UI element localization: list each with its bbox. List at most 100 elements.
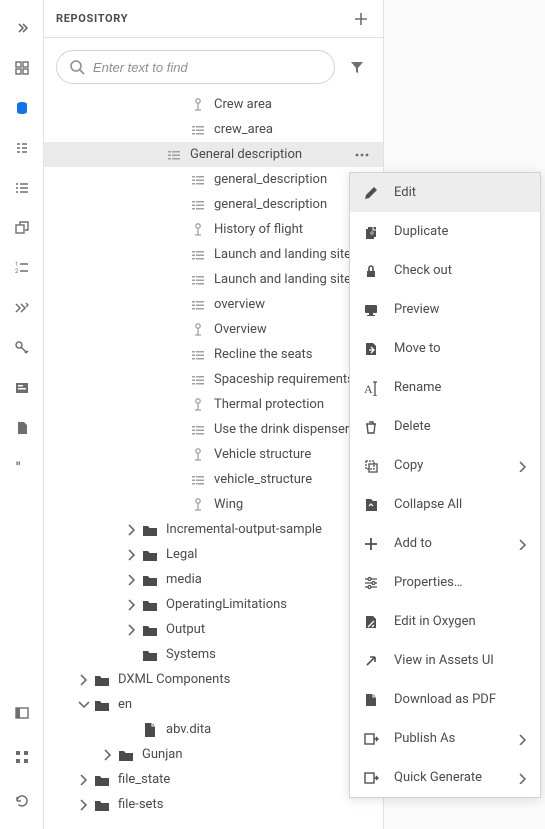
context-menu-item[interactable]: Rename [350,368,540,407]
context-menu-label: Properties… [394,575,528,590]
tree-node[interactable]: Spaceship requirements [44,367,383,392]
rail-list-button[interactable] [0,168,44,208]
rail-repository-button[interactable] [0,88,44,128]
rail-doc-button[interactable] [0,408,44,448]
folder-icon [140,523,160,537]
context-menu-label: Copy [394,458,502,473]
tree-node[interactable]: Gunjan [44,742,383,767]
rail-keys-button[interactable] [0,328,44,368]
rail-numbered-button[interactable] [0,248,44,288]
chevron-right-icon[interactable] [100,747,116,763]
context-menu-item[interactable]: Download as PDF [350,680,540,719]
tree-node[interactable]: Overview [44,317,383,342]
context-menu-label: Edit in Oxygen [394,614,528,629]
tree-node-label: Incremental-output-sample [166,522,373,537]
rail-outline-button[interactable] [0,128,44,168]
rail-reuse-button[interactable] [0,208,44,248]
tree-node[interactable]: DXML Components [44,667,383,692]
tree-node[interactable]: crew_area [44,117,383,142]
tree-node[interactable]: file-sets [44,792,383,817]
tree-node[interactable]: Thermal protection [44,392,383,417]
rail-apps-button[interactable] [0,737,44,777]
quick-icon [362,769,380,787]
rail-quote-button[interactable] [0,448,44,488]
add-button[interactable] [351,9,371,29]
tree-node[interactable]: Output [44,617,383,642]
search-box[interactable] [56,50,335,84]
tree-node[interactable]: Recline the seats [44,342,383,367]
context-menu-label: Edit [394,185,528,200]
chevron-right-icon[interactable] [124,522,140,538]
chevron-right-icon[interactable] [76,772,92,788]
rail-panel-button[interactable] [0,693,44,733]
context-menu-label: Quick Generate [394,770,502,785]
tree-node[interactable]: Systems [44,642,383,667]
file-icon [140,722,160,738]
search-input[interactable] [93,60,322,75]
tree-node[interactable]: media [44,567,383,592]
chevron-down-icon[interactable] [76,697,92,713]
context-menu-label: Add to [394,536,502,551]
more-options-button[interactable] [351,144,373,166]
repository-tree: Crew areacrew_area General description gen… [44,90,383,829]
tree-node[interactable]: general_description [44,167,383,192]
panel-header: REPOSITORY [44,0,383,38]
context-menu-item[interactable]: Edit in Oxygen [350,602,540,641]
chevron-right-icon[interactable] [124,597,140,613]
context-menu-item[interactable]: Add to [350,524,540,563]
tree-node[interactable]: file_state [44,767,383,792]
tree-node[interactable]: Crew area [44,92,383,117]
search-icon [69,59,85,75]
preview-icon [362,301,380,319]
folder-icon [92,773,112,787]
chevron-right-icon[interactable] [76,672,92,688]
context-menu-item[interactable]: Publish As [350,719,540,758]
tree-node[interactable]: Legal [44,542,383,567]
topic-icon [188,197,208,213]
rail-card-button[interactable] [0,368,44,408]
context-menu-item[interactable]: Preview [350,290,540,329]
tree-node[interactable]: OperatingLimitations [44,592,383,617]
tree-node[interactable]: en [44,692,383,717]
tree-node[interactable]: vehicle_structure [44,467,383,492]
chevron-right-icon[interactable] [124,547,140,563]
tree-node[interactable]: overview [44,292,383,317]
folder-icon [140,573,160,587]
context-menu-item[interactable]: Delete [350,407,540,446]
tree-node[interactable]: Launch and landing site [44,242,383,267]
duplicate-icon [362,223,380,241]
tree-node[interactable]: Wing [44,492,383,517]
chevron-right-icon[interactable] [124,622,140,638]
tree-node[interactable]: general_description [44,192,383,217]
rail-refresh-button[interactable] [0,781,44,821]
context-menu-label: View in Assets UI [394,653,528,668]
rail-grid-button[interactable] [0,48,44,88]
tree-node-label: Gunjan [142,747,373,762]
folder-icon [140,548,160,562]
external-icon [362,652,380,670]
oxygen-icon [362,613,380,631]
tree-node[interactable]: Use the drink dispenser [44,417,383,442]
tree-node[interactable]: History of flight [44,217,383,242]
context-menu-item[interactable]: Check out [350,251,540,290]
context-menu-item[interactable]: Move to [350,329,540,368]
expand-rail-button[interactable] [0,8,44,48]
chevron-right-icon[interactable] [124,572,140,588]
tree-node[interactable]: abv.dita [44,717,383,742]
filter-button[interactable] [343,53,371,81]
rail-validate-button[interactable] [0,288,44,328]
tree-node[interactable]: Vehicle structure [44,442,383,467]
context-menu-item[interactable]: Copy [350,446,540,485]
context-menu-item[interactable]: Edit [350,173,540,212]
tree-node-label: General description [190,147,351,162]
submenu-arrow-icon [516,460,528,472]
context-menu-item[interactable]: Quick Generate [350,758,540,797]
tree-node[interactable]: Incremental-output-sample [44,517,383,542]
context-menu-item[interactable]: Properties… [350,563,540,602]
tree-node[interactable]: Launch and landing site [44,267,383,292]
tree-node[interactable]: General description [44,142,383,167]
chevron-right-icon[interactable] [76,797,92,813]
context-menu-item[interactable]: Collapse All [350,485,540,524]
context-menu-item[interactable]: Duplicate [350,212,540,251]
context-menu-item[interactable]: View in Assets UI [350,641,540,680]
